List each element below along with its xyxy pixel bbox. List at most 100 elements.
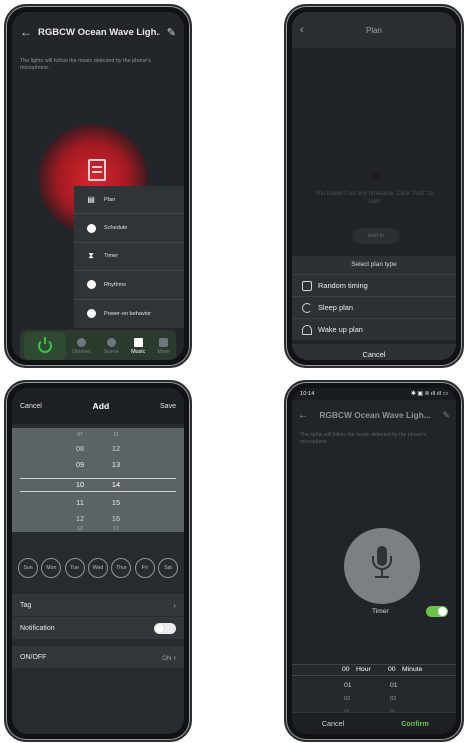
header: Cancel Add Save [12, 388, 184, 424]
menu-item-label: Timer [104, 253, 119, 260]
notification-row: Notification [12, 617, 184, 639]
save-button[interactable]: Save [160, 403, 176, 410]
microphone-icon-base [375, 576, 389, 578]
edit-icon[interactable]: ✎ [160, 26, 176, 39]
notification-toggle[interactable] [154, 622, 176, 634]
sheet-title: Select plan type [351, 261, 397, 268]
scene-icon [106, 337, 116, 347]
picker-selection [292, 664, 456, 676]
tab-dimmer[interactable]: Dimmer [72, 337, 91, 355]
time-picker[interactable]: 07 11 08 12 09 13 10 14 11 15 12 16 13 17 [12, 428, 184, 532]
tab-label: Music [131, 348, 146, 355]
day-sun[interactable]: Sun [18, 558, 38, 578]
phone-music-menu: ← RGBCW Ocean Wave Ligh... ✎ The lights … [4, 4, 192, 368]
menu-item-label: Power-on behavior [104, 310, 151, 317]
day-fri[interactable]: Fri [134, 558, 155, 578]
plan-type-sheet: Select plan type Random timing Sleep pla… [292, 256, 456, 360]
power-icon [38, 337, 52, 353]
tab-scene[interactable]: Scene [103, 337, 119, 355]
hourglass-icon: ⧗ [88, 251, 94, 261]
phone-add-schedule: Cancel Add Save 07 11 08 12 09 13 10 14 11 15… [4, 380, 192, 742]
menu-item-label: Rhythms [104, 281, 127, 288]
screen: ‹ Plan You haven't set any timetable. Cl… [292, 12, 456, 360]
timer-toggle[interactable] [426, 605, 448, 617]
empty-text: You haven't set any timetable. Click "Ad… [315, 191, 433, 205]
picker-row: 08 12 [75, 444, 121, 453]
chevron-right-icon: › [173, 652, 176, 662]
menu-item-label: Schedule [104, 225, 128, 232]
option-random-timing[interactable]: Random timing [292, 274, 456, 296]
onoff-label: ON/OFF [20, 653, 47, 661]
power-button[interactable] [24, 332, 66, 360]
more-menu: ▤ Plan Schedule ⧗ Timer Rhythms Power-on… [74, 186, 184, 328]
tag-label: Tag [20, 601, 32, 609]
day-sat[interactable]: Sat [157, 558, 178, 578]
menu-item-plan[interactable]: ▤ Plan [74, 186, 184, 215]
random-timing-icon [302, 280, 312, 291]
onoff-value: ON [162, 654, 172, 662]
menu-item-rhythms[interactable]: Rhythms [74, 271, 184, 300]
picker-row: 12 16 [75, 514, 121, 523]
back-arrow-icon[interactable]: ← [20, 25, 38, 39]
weekday-selector: Sun Mon Tue Wed Thur Fri Sat [18, 558, 178, 578]
screen: Cancel Add Save 07 11 08 12 09 13 10 14 11 15… [12, 388, 184, 734]
picker-row: 13 17 [77, 526, 119, 532]
confirm-button[interactable]: Confirm [374, 713, 456, 734]
option-label: Sleep plan [318, 303, 353, 312]
timer-row: Timer [292, 600, 456, 622]
phone-plan: ‹ Plan You haven't set any timetable. Cl… [284, 4, 464, 368]
menu-item-power-on-behavior[interactable]: Power-on behavior [74, 300, 184, 328]
action-bar: Cancel Confirm [292, 712, 456, 734]
cancel-button[interactable]: Cancel [292, 344, 456, 360]
menu-item-schedule[interactable]: Schedule [74, 214, 184, 243]
day-tue[interactable]: Tue [64, 558, 85, 578]
status-bar: 10:14 ✱ ▣ ≋ ıll ıll ▭ [292, 388, 456, 400]
tab-label: Scene [103, 348, 119, 355]
tab-music[interactable]: Music [131, 337, 146, 355]
status-time: 10:14 [300, 391, 315, 397]
option-wake-up-plan[interactable]: Wake up plan [292, 318, 456, 340]
plan-icon: ▤ [87, 195, 95, 205]
hour-label: Hour [356, 666, 371, 673]
picker-row: 11 15 [76, 498, 121, 507]
picker-row: 07 11 [77, 432, 119, 438]
cancel-button[interactable]: Cancel [292, 713, 374, 734]
phone-music-timer: 10:14 ✱ ▣ ≋ ıll ıll ▭ ← RGBCW Ocean Wave… [284, 380, 464, 742]
option-label: Wake up plan [318, 325, 363, 334]
music-hint: The lights will follow the music detecte… [20, 58, 151, 71]
cancel-button[interactable]: Cancel [20, 403, 42, 410]
device-title: RGBCW Ocean Wave Ligh... [38, 26, 160, 38]
music-hint: The lights will follow the music detecte… [300, 432, 426, 445]
header: ‹ Plan [292, 12, 456, 48]
menu-item-timer[interactable]: ⧗ Timer [74, 243, 184, 272]
notification-label: Notification [20, 624, 55, 632]
chevron-right-icon: › [173, 600, 176, 610]
rhythm-icon [86, 280, 96, 290]
status-icons: ✱ ▣ ≋ ıll ıll ▭ [410, 391, 448, 397]
tab-label: More [157, 348, 170, 355]
empty-icon [372, 172, 379, 179]
header: ← RGBCW Ocean Wave Ligh... ✎ [292, 402, 456, 428]
back-arrow-icon[interactable]: ← [298, 410, 312, 421]
picker-row-selected: 10 14 [75, 480, 121, 489]
bulb-icon [77, 337, 87, 347]
day-wed[interactable]: Wed [87, 558, 108, 578]
timer-label: Timer [372, 607, 389, 615]
tab-more[interactable]: More [157, 337, 170, 355]
option-label: Random timing [318, 281, 368, 290]
music-icon [133, 337, 143, 347]
back-arrow-icon[interactable]: ‹ [300, 24, 316, 36]
device-title: RGBCW Ocean Wave Ligh... [319, 410, 431, 420]
menu-item-label: Plan [104, 196, 116, 203]
day-mon[interactable]: Mon [41, 558, 62, 578]
moon-icon [302, 302, 312, 313]
option-sleep-plan[interactable]: Sleep plan [292, 296, 456, 318]
tag-row[interactable]: Tag › [12, 594, 184, 616]
edit-icon[interactable]: ✎ [438, 410, 450, 421]
add-button[interactable]: Add to [352, 228, 400, 244]
onoff-row[interactable]: ON/OFF ON › [12, 646, 184, 668]
day-thur[interactable]: Thur [111, 558, 132, 578]
bell-icon [302, 324, 312, 335]
screen: ← RGBCW Ocean Wave Ligh... ✎ The lights … [12, 12, 184, 360]
minute-label: Minute [402, 666, 423, 673]
